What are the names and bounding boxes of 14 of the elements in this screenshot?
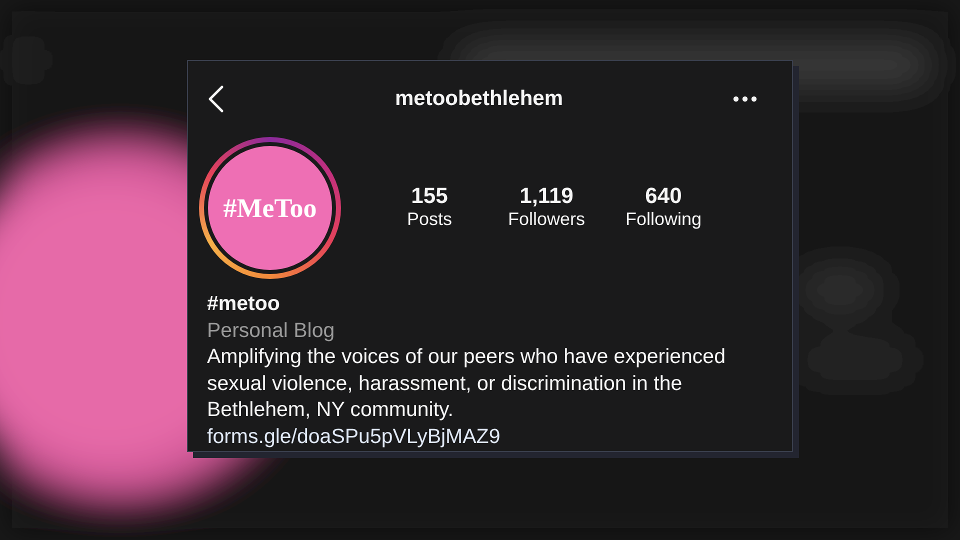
back-button[interactable] [207, 85, 225, 113]
bio-link[interactable]: forms.gle/doaSPu5pVLyBjMAZ9 [207, 424, 500, 448]
more-icon[interactable] [733, 96, 757, 102]
category-label: Personal Blog [207, 318, 336, 344]
stat-count: 155 [411, 184, 448, 208]
stat-count: 1,119 [520, 184, 574, 208]
stat-count: 640 [645, 184, 682, 208]
stat-label[interactable]: Following [625, 208, 702, 232]
username-title: metoobethlehem [394, 86, 564, 112]
profile-name: #metoo [207, 291, 281, 317]
bio-text: Amplifying the voices of our peers who have experienced sexual violence, harassment, or discrimination in the Bethlehem, NY community. [207, 344, 726, 423]
stat-label[interactable]: Followers [508, 208, 586, 232]
avatar-logo-text: #MeToo [223, 192, 317, 225]
stat-label[interactable]: Posts [406, 208, 452, 232]
